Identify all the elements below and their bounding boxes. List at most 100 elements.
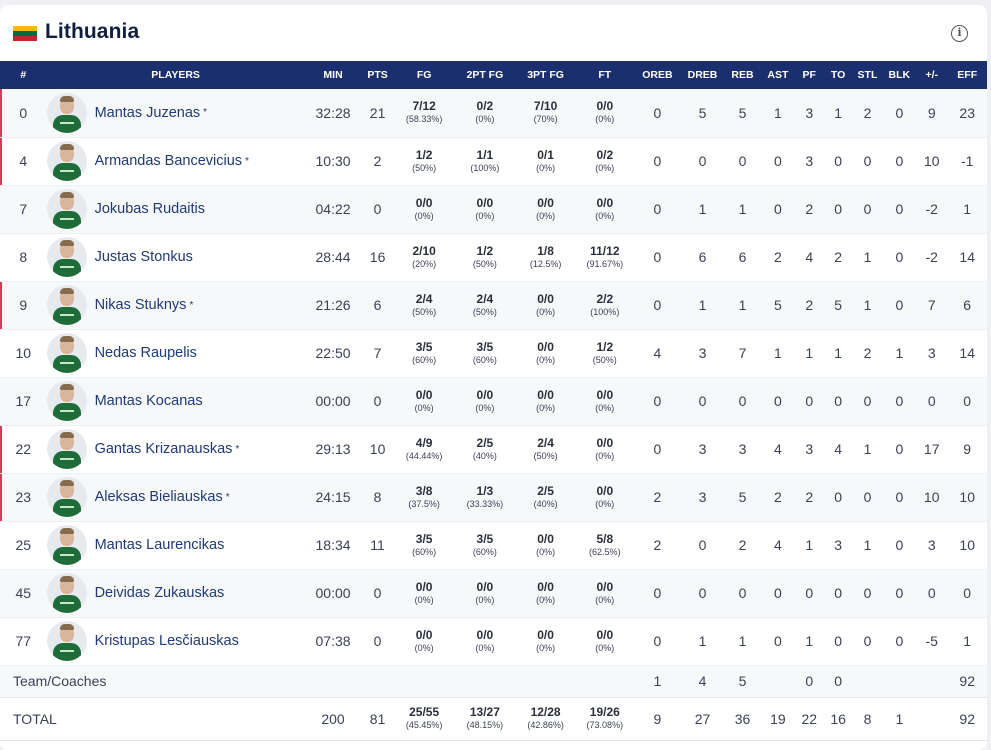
total-dreb: 27 [694,710,711,727]
column-header[interactable]: 2PT FG [455,61,516,89]
jersey-number: 0 [0,89,47,137]
three-point-field-goals-made-attempted: 0/0 [537,579,554,594]
table-row[interactable]: 25 Mantas Laurencikas 18:34 11 3/5 (60%) 3/5 (6… [0,521,987,569]
field-goals: 4/9 (44.44%) [394,425,455,473]
player-cell[interactable]: Armandas Bancevicius * [46,137,305,185]
field-goals: 3/5 (60%) [394,329,455,377]
stat-ast: 0 [774,201,782,217]
field-goals-percentage: (44.44%) [405,450,443,461]
two-point-field-goals: 2/4 (50%) [455,281,516,329]
stat-stl: 0 [863,153,872,169]
column-header[interactable]: AST [761,61,794,89]
table-row[interactable]: 23 Aleksas Bieliauskas * 24:15 8 3/8 (37.5%) 1/… [0,473,987,521]
info-icon[interactable]: i [951,25,968,42]
three-point-field-goals-percentage: (0%) [536,402,556,413]
free-throws: 0/0 (0%) [576,185,634,233]
player-cell[interactable]: Gantas Krizanauskas * [46,425,305,473]
player-name-link[interactable]: Justas Stonkus [95,249,193,265]
player-cell[interactable]: Aleksas Bieliauskas * [46,473,305,521]
column-header[interactable]: TO [824,61,852,89]
starter-marker: * [235,443,240,455]
column-header[interactable]: MIN [305,61,362,89]
table-row[interactable]: 8 Justas Stonkus 28:44 16 2/10 (20%) 1/2 (50%) 1… [0,233,987,281]
player-avatar [46,525,87,565]
starter-marker: * [189,299,194,311]
column-header[interactable]: BLK [883,61,916,89]
points: 0 [373,585,382,601]
player-name-link[interactable]: Jokubas Rudaitis [95,201,205,217]
total-free-throws-made-attempted: 19/26 [589,705,620,719]
free-throws: 1/2 (50%) [576,329,634,377]
stat-blk: 0 [895,297,904,313]
player-cell[interactable]: Mantas Laurencikas [46,521,305,569]
table-row[interactable]: 10 Nedas Raupelis 22:50 7 3/5 (60%) 3/5 (60%) 0/… [0,329,987,377]
field-goals-percentage: (20%) [412,258,437,269]
jersey-number: 77 [15,633,32,649]
player-name-link[interactable]: Mantas Juzenas [95,105,201,121]
table-row[interactable]: 22 Gantas Krizanauskas * 29:13 10 4/9 (44.44%)… [0,425,987,473]
jersey-number: 10 [15,345,32,361]
stat-pm: -2 [925,249,938,265]
player-name-link[interactable]: Gantas Krizanauskas [95,441,233,457]
player-cell[interactable]: Nikas Stuknys * [46,281,305,329]
stat-reb: 5 [738,489,747,505]
column-header[interactable]: EFF [947,61,987,89]
table-row[interactable]: 0 Mantas Juzenas * 32:28 21 7/12 (58.33%) 0/2 (0… [0,89,987,137]
field-goals: 2/4 (50%) [394,281,455,329]
player-cell[interactable]: Justas Stonkus [46,233,305,281]
column-header[interactable]: 3PT FG [515,61,576,89]
player-name-link[interactable]: Aleksas Bieliauskas [95,489,223,505]
player-avatar [46,381,87,421]
stat-oreb: 0 [653,441,662,457]
player-cell[interactable]: Kristupas Lesčiauskas [46,617,305,665]
player-cell[interactable]: Mantas Kocanas [46,377,305,425]
table-row[interactable]: 45 Deividas Zukauskas 00:00 0 0/0 (0%) 0/0 (0%)… [0,569,987,617]
table-row[interactable]: 7 Jokubas Rudaitis 04:22 0 0/0 (0%) 0/0 (0%) 0/0… [0,185,987,233]
stat-blk: 0 [895,393,904,409]
stat-ast: 0 [774,393,782,409]
player-name-link[interactable]: Deividas Zukauskas [95,585,225,601]
minutes: 22:50 [315,345,351,361]
stat-to: 0 [834,633,842,649]
table-row[interactable]: 17 Mantas Kocanas 00:00 0 0/0 (0%) 0/0 (0%) 0/0(… [0,377,987,425]
stat-ast: 0 [774,153,782,169]
player-name-link[interactable]: Kristupas Lesčiauskas [95,633,239,649]
three-point-field-goals-made-attempted: 0/1 [537,147,554,162]
column-header[interactable]: PTS [361,61,393,89]
stat-dreb: 0 [698,537,707,553]
stat-oreb: 1 [653,673,662,689]
player-avatar [46,141,87,181]
stat-eff: 92 [959,673,975,689]
column-header[interactable]: # [0,61,47,89]
player-cell[interactable]: Mantas Juzenas * [46,89,305,137]
free-throws: 2/2 (100%) [576,281,634,329]
column-header[interactable]: +/- [916,61,947,89]
table-row[interactable]: 4 Armandas Bancevicius * 10:30 2 1/2 (50%) 1/1(… [0,137,987,185]
column-header[interactable]: PLAYERS [47,61,305,89]
stat-stl: 1 [863,441,872,457]
stat-to: 3 [834,537,842,553]
column-header[interactable]: DREB [681,61,724,89]
stat-pm: 10 [923,153,940,169]
column-header[interactable]: FG [394,61,455,89]
column-header[interactable]: FT [576,61,634,89]
stat-blk: 0 [895,633,904,649]
column-header[interactable]: STL [852,61,882,89]
column-header[interactable]: REB [724,61,761,89]
player-name-link[interactable]: Armandas Bancevicius [95,153,243,169]
stat-stl: 0 [863,489,872,505]
player-name-link[interactable]: Mantas Laurencikas [95,537,225,553]
column-header[interactable]: PF [795,61,824,89]
table-row[interactable]: 77 Kristupas Lesčiauskas 07:38 0 0/0 (0%) 0/0(… [0,617,987,665]
player-cell[interactable]: Deividas Zukauskas [46,569,305,617]
player-avatar [46,189,87,229]
player-cell[interactable]: Nedas Raupelis [46,329,305,377]
player-name-link[interactable]: Mantas Kocanas [95,393,203,409]
player-cell[interactable]: Jokubas Rudaitis [46,185,305,233]
field-goals-percentage: (60%) [412,354,437,365]
player-name-link[interactable]: Nikas Stuknys [95,297,187,313]
column-header[interactable]: OREB [634,61,682,89]
jersey-number: 45 [15,585,32,601]
player-name-link[interactable]: Nedas Raupelis [95,345,197,361]
table-row[interactable]: 9 Nikas Stuknys * 21:26 6 2/4 (50%) 2/4 (50%) 0/0… [0,281,987,329]
